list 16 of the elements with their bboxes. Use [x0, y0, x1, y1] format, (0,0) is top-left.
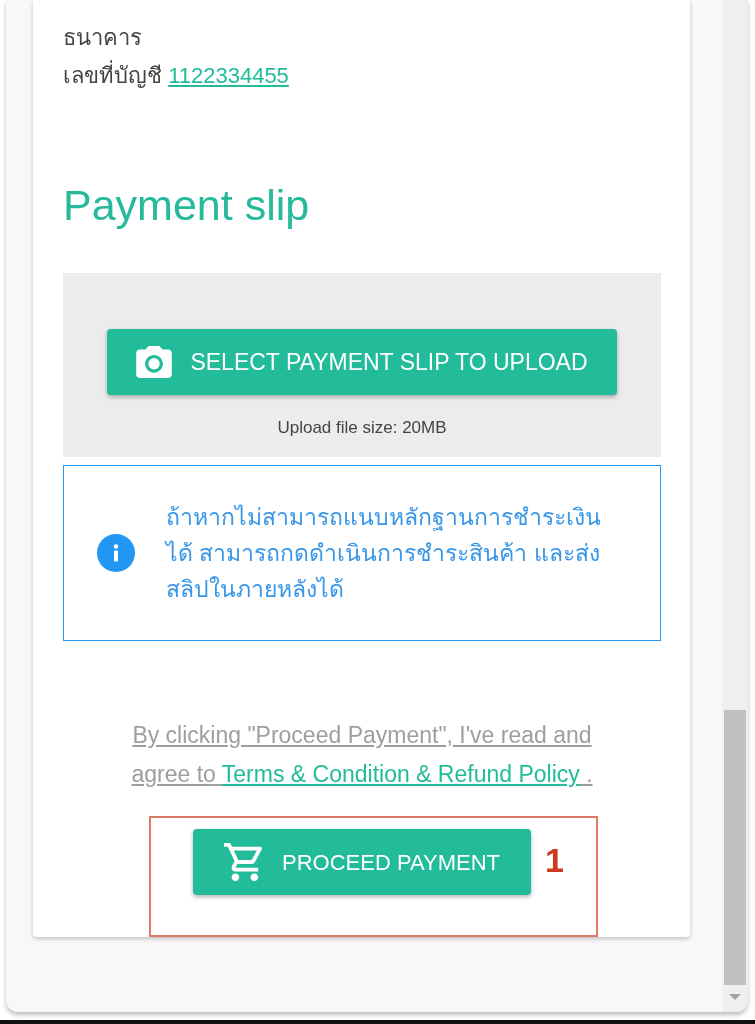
scrollbar-thumb[interactable]	[724, 710, 746, 985]
scroll-down-arrow-icon[interactable]	[729, 994, 741, 1000]
upload-size-note: Upload file size: 20MB	[277, 417, 447, 439]
info-icon	[97, 534, 135, 572]
account-number-text: เลขที่บัญชี 1122334455	[63, 57, 289, 95]
annotation-number: 1	[545, 840, 564, 880]
select-slip-upload-button[interactable]: SELECT PAYMENT SLIP TO UPLOAD	[107, 329, 617, 395]
account-number-link[interactable]: 1122334455	[168, 63, 289, 88]
payment-slip-heading: Payment slip	[63, 180, 310, 230]
shopping-cart-icon	[224, 843, 262, 881]
terms-notice: By clicking "Proceed Payment", I've read and agree to Terms & Condition & Refund Policy .	[130, 721, 594, 789]
terms-link[interactable]: Terms & Condition & Refund Policy	[221, 761, 580, 787]
info-notice-text: ถ้าหากไม่สามารถแนบหลักฐานการชำระเงินได้ สามารถกดดำเนินการชำระสินค้า และส่งสลิปในภายหลังได้	[166, 503, 602, 604]
camera-icon	[136, 346, 173, 378]
bank-label: ธนาคาร	[63, 24, 142, 52]
proceed-payment-button[interactable]: PROCEED PAYMENT	[193, 829, 531, 895]
